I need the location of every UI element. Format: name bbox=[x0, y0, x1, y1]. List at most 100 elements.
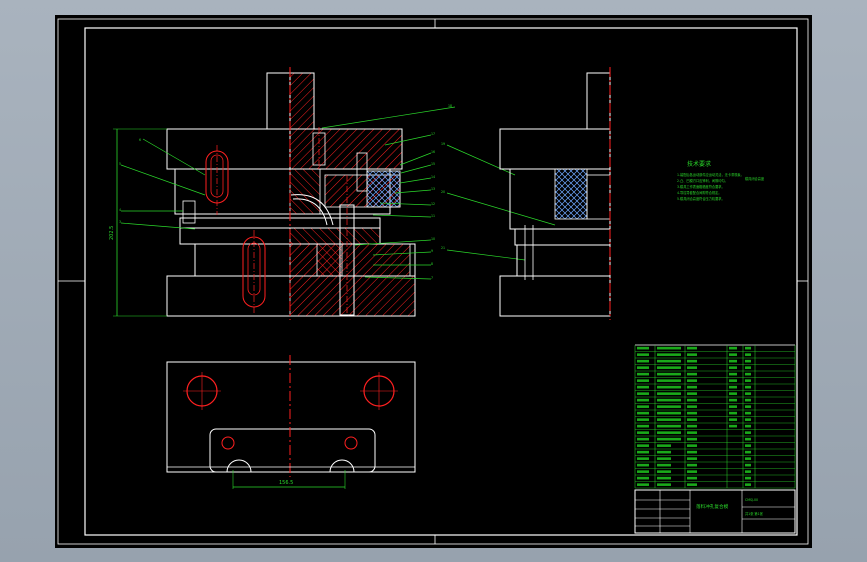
note-side: 模具闭合高度 bbox=[745, 176, 765, 181]
table-cell-glyph bbox=[687, 483, 697, 486]
svg-text:7: 7 bbox=[431, 276, 433, 280]
table-cell-glyph bbox=[637, 379, 649, 382]
cad-drawing: 202.5 18 17 16 15 14 13 12 11 10 9 8 7 6 5 4 3 19 20… bbox=[57, 18, 809, 545]
drawing-code: CMSJ-00 bbox=[745, 498, 758, 502]
table-cell-glyph bbox=[687, 411, 697, 415]
table-cell-glyph bbox=[745, 470, 751, 473]
table-cell-glyph bbox=[637, 372, 649, 376]
table-cell-glyph bbox=[637, 450, 649, 454]
svg-text:13: 13 bbox=[431, 187, 435, 191]
table-cell-glyph bbox=[745, 424, 751, 428]
table-cell-glyph bbox=[687, 476, 697, 480]
table-cell-glyph bbox=[657, 424, 681, 428]
table-cell-glyph bbox=[745, 418, 751, 421]
table-cell-glyph bbox=[637, 444, 649, 447]
table-cell-glyph bbox=[687, 353, 697, 356]
table-cell-glyph bbox=[637, 483, 649, 486]
table-cell-glyph bbox=[637, 346, 649, 350]
table-cell-glyph bbox=[657, 470, 671, 473]
width-dimension: 156.5 bbox=[279, 480, 293, 486]
table-cell-glyph bbox=[657, 392, 681, 395]
table-cell-glyph bbox=[687, 398, 697, 402]
table-cell-glyph bbox=[657, 385, 681, 389]
table-cell-glyph bbox=[637, 353, 649, 356]
svg-text:19: 19 bbox=[441, 142, 445, 146]
svg-text:5: 5 bbox=[119, 162, 121, 166]
table-cell-glyph bbox=[687, 431, 697, 434]
table-cell-glyph bbox=[729, 372, 737, 376]
table-cell-glyph bbox=[657, 483, 671, 486]
table-cell-glyph bbox=[729, 359, 737, 363]
table-cell-glyph bbox=[687, 346, 697, 350]
table-cell-glyph bbox=[745, 483, 751, 486]
table-cell-glyph bbox=[637, 359, 649, 363]
table-cell-glyph bbox=[657, 418, 681, 421]
table-cell-glyph bbox=[637, 405, 649, 408]
table-cell-glyph bbox=[745, 392, 751, 395]
table-cell-glyph bbox=[637, 457, 649, 460]
table-cell-glyph bbox=[729, 366, 737, 369]
table-cell-glyph bbox=[745, 346, 751, 350]
table-cell-glyph bbox=[687, 372, 697, 376]
table-cell-glyph bbox=[745, 372, 751, 376]
table-cell-glyph bbox=[745, 411, 751, 415]
table-cell-glyph bbox=[637, 411, 649, 415]
table-cell-glyph bbox=[657, 405, 681, 408]
note-line-2: 2.凸、凹模刃口应锋利，间隙均匀。 bbox=[677, 178, 728, 183]
svg-text:10: 10 bbox=[431, 237, 435, 241]
table-cell-glyph bbox=[637, 392, 649, 395]
svg-text:11: 11 bbox=[431, 214, 435, 218]
table-cell-glyph bbox=[745, 476, 751, 480]
table-cell-glyph bbox=[745, 385, 751, 389]
table-cell-glyph bbox=[745, 450, 751, 454]
technical-notes: 技术要求 1.装配后各运动部件应运动灵活，无卡滞现象。 2.凸、凹模刃口应锋利，… bbox=[677, 160, 765, 201]
table-cell-glyph bbox=[657, 366, 681, 369]
svg-text:6: 6 bbox=[139, 138, 141, 142]
table-cell-glyph bbox=[729, 411, 737, 415]
table-cell-glyph bbox=[687, 366, 697, 369]
table-cell-glyph bbox=[687, 385, 697, 389]
note-line-1: 1.装配后各运动部件应运动灵活，无卡滞现象。 bbox=[677, 172, 744, 177]
side-view bbox=[499, 67, 611, 320]
parts-list bbox=[634, 344, 796, 489]
table-cell-glyph bbox=[657, 444, 671, 447]
table-cell-glyph bbox=[637, 366, 649, 369]
table-cell-glyph bbox=[729, 385, 737, 389]
drawing-sheet: 202.5 18 17 16 15 14 13 12 11 10 9 8 7 6 5 4 3 19 20… bbox=[55, 15, 812, 548]
table-cell-glyph bbox=[637, 470, 649, 473]
table-cell-glyph bbox=[657, 379, 681, 382]
table-cell-glyph bbox=[729, 405, 737, 408]
height-dimension: 202.5 bbox=[109, 226, 115, 240]
svg-text:14: 14 bbox=[431, 175, 435, 179]
table-cell-glyph bbox=[657, 346, 681, 350]
note-line-3: 3.模具工作表面粗糙度符合要求。 bbox=[677, 184, 725, 189]
table-cell-glyph bbox=[657, 372, 681, 376]
table-cell-glyph bbox=[637, 418, 649, 421]
table-cell-glyph bbox=[637, 424, 649, 428]
svg-text:3: 3 bbox=[119, 220, 121, 224]
table-cell-glyph bbox=[729, 379, 737, 382]
table-cell-glyph bbox=[745, 379, 751, 382]
table-cell-glyph bbox=[729, 418, 737, 421]
table-cell-glyph bbox=[657, 437, 681, 441]
table-cell-glyph bbox=[637, 476, 649, 480]
svg-text:12: 12 bbox=[431, 202, 435, 206]
table-cell-glyph bbox=[687, 463, 697, 467]
svg-text:18: 18 bbox=[448, 104, 452, 108]
table-cell-glyph bbox=[687, 450, 697, 454]
table-cell-glyph bbox=[745, 398, 751, 402]
table-cell-glyph bbox=[657, 431, 681, 434]
front-section-view: 202.5 bbox=[109, 67, 416, 320]
table-cell-glyph bbox=[687, 457, 697, 460]
table-cell-glyph bbox=[729, 398, 737, 402]
plan-view: 156.5 bbox=[166, 355, 416, 489]
sheet-info: 共1张 第1张 bbox=[745, 511, 764, 516]
table-cell-glyph bbox=[637, 437, 649, 441]
table-cell-glyph bbox=[687, 437, 697, 441]
svg-text:16: 16 bbox=[431, 150, 435, 154]
table-cell-glyph bbox=[745, 405, 751, 408]
svg-text:9: 9 bbox=[431, 249, 433, 253]
note-line-4: 4.导柱导套配合间隙符合规定。 bbox=[677, 190, 721, 195]
svg-text:4: 4 bbox=[119, 208, 121, 212]
table-cell-glyph bbox=[657, 450, 671, 454]
